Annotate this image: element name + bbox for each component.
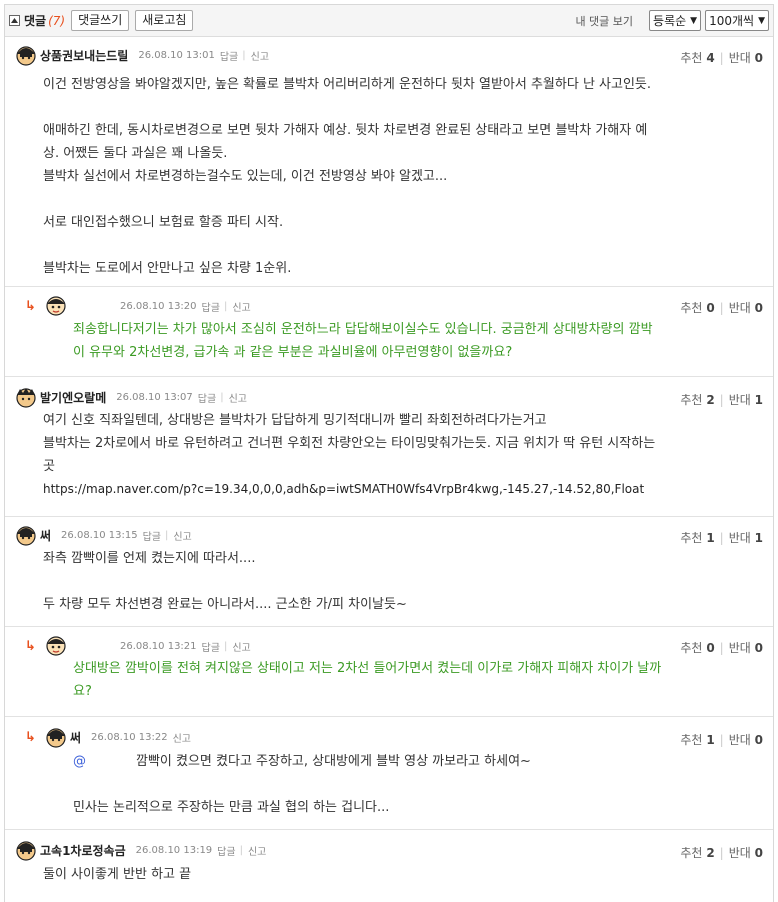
reply-arrow-icon: ↳ <box>25 299 36 314</box>
comment-date: 26.08.10 13:20 <box>120 300 197 312</box>
recommend-button[interactable]: 추천 1 <box>680 733 714 747</box>
recommend-button[interactable]: 추천 1 <box>680 531 714 545</box>
report-link[interactable]: 신고 <box>232 639 250 654</box>
report-link[interactable]: 신고 <box>229 390 247 405</box>
vote-area: 추천 0 | 반대 0 <box>680 301 763 315</box>
comment-date: 26.08.10 13:01 <box>138 49 215 61</box>
divider: | <box>223 300 228 312</box>
reply-item: ↳ 써 26.08.10 13:22 신고 추천 1 | 반대 0 @ 깜빡이 켰으면… <box>5 717 773 830</box>
reply-link[interactable]: 답글 <box>220 48 238 63</box>
vote-area: 추천 2 | 반대 0 <box>680 846 763 860</box>
chevron-down-icon: ▼ <box>758 15 765 26</box>
reply-link[interactable]: 답글 <box>202 299 220 314</box>
comment-author[interactable]: 상품권보내는드릴 <box>40 47 128 64</box>
vote-area: 추천 0 | 반대 0 <box>680 641 763 655</box>
report-link[interactable]: 신고 <box>232 299 250 314</box>
comment-author[interactable]: 발기엔오랄메 <box>40 389 106 406</box>
reply-item: ↳ 26.08.10 13:20 답글 | 신고 추천 0 | 반대 0 죄송합니다… <box>5 287 773 377</box>
comment-author[interactable]: 써 <box>40 527 51 544</box>
comment-body: 좌측 깜빡이를 언제 켰는지에 따라서.... 두 차량 모두 차선변경 완료는… <box>43 551 407 612</box>
sort-select[interactable]: 등록순 ▼ <box>649 10 702 31</box>
comment-author[interactable]: 고속1차로정속금 <box>40 842 126 859</box>
vote-area: 추천 1 | 반대 1 <box>680 531 763 545</box>
reply-arrow-icon: ↳ <box>25 730 36 745</box>
comment-body: 이건 전방영상을 봐야알겠지만, 높은 확률로 블박차 어리버리하게 운전하다 … <box>43 77 652 276</box>
oppose-button[interactable]: 반대 0 <box>729 846 763 860</box>
oppose-button[interactable]: 반대 0 <box>729 733 763 747</box>
chevron-down-icon: ▼ <box>690 15 698 26</box>
comment-date: 26.08.10 13:21 <box>120 640 197 652</box>
page-size-select-value: 100개씩 <box>709 14 755 28</box>
avatar-icon <box>16 841 36 861</box>
report-link[interactable]: 신고 <box>173 730 191 745</box>
recommend-button[interactable]: 추천 0 <box>680 641 714 655</box>
comment-body: @ 깜빡이 켰으면 켰다고 주장하고, 상대방에게 블박 영상 까보라고 하세여~… <box>73 754 531 815</box>
vote-area: 추천 2 | 반대 1 <box>680 393 763 407</box>
reply-arrow-icon: ↳ <box>25 639 36 654</box>
comment-date: 26.08.10 13:19 <box>135 844 213 856</box>
avatar-icon <box>16 388 36 408</box>
reply-link[interactable]: 답글 <box>198 390 216 405</box>
vote-area: 추천 4 | 반대 0 <box>680 51 763 65</box>
reply-link[interactable]: 답글 <box>143 528 161 543</box>
comment-item: 고속1차로정속금 26.08.10 13:19 답글 | 신고 추천 2 | 반대 … <box>5 830 773 902</box>
comment-body: 죄송합니다저기는 차가 많아서 조심히 운전하느라 답답해보이실수도 있습니다.… <box>73 322 653 360</box>
recommend-button[interactable]: 추천 2 <box>680 846 714 860</box>
write-comment-button[interactable]: 댓글쓰기 <box>71 10 130 31</box>
comment-body: 상대방은 깜박이를 전혀 켜지않은 상태이고 저는 2차선 들어가면서 켰는데 … <box>73 661 662 699</box>
comment-date: 26.08.10 13:22 <box>91 731 168 743</box>
oppose-button[interactable]: 반대 0 <box>729 301 763 315</box>
report-link[interactable]: 신고 <box>173 528 191 543</box>
comment-header: 댓글 (7) 댓글쓰기 새로고침 내 댓글 보기 등록순 ▼ 100개씩 ▼ <box>5 5 773 37</box>
comment-section: 댓글 (7) 댓글쓰기 새로고침 내 댓글 보기 등록순 ▼ 100개씩 ▼ 상… <box>4 4 774 902</box>
recommend-button[interactable]: 추천 2 <box>680 393 714 407</box>
my-comments-link[interactable]: 내 댓글 보기 <box>575 13 633 29</box>
divider: | <box>242 49 246 61</box>
recommend-button[interactable]: 추천 4 <box>680 51 714 65</box>
mention-tag[interactable]: @ <box>73 754 86 769</box>
oppose-button[interactable]: 반대 0 <box>729 641 763 655</box>
report-link[interactable]: 신고 <box>248 843 266 858</box>
page-size-select[interactable]: 100개씩 ▼ <box>705 10 769 31</box>
reply-item: ↳ 26.08.10 13:21 답글 | 신고 추천 0 | 반대 0 상대방은 … <box>5 627 773 717</box>
map-link[interactable]: https://map.naver.com/p?c=19.34,0,0,0,ad… <box>43 482 644 496</box>
collapse-toggle-icon[interactable] <box>9 15 20 26</box>
oppose-button[interactable]: 반대 1 <box>729 531 763 545</box>
avatar-icon <box>46 296 66 316</box>
reply-link[interactable]: 답글 <box>217 843 235 858</box>
avatar-icon <box>46 728 66 748</box>
divider: | <box>220 391 224 403</box>
reply-link[interactable]: 답글 <box>202 639 220 654</box>
comment-date: 26.08.10 13:07 <box>116 391 193 403</box>
recommend-button[interactable]: 추천 0 <box>680 301 714 315</box>
comment-date: 26.08.10 13:15 <box>61 529 138 541</box>
avatar-icon <box>16 526 36 546</box>
comment-body: 여기 신호 직좌일텐데, 상대방은 블박차가 답답하게 밍기적대니까 빨리 좌회… <box>43 413 656 496</box>
comment-count: (7) <box>48 13 66 28</box>
avatar-icon <box>46 636 66 656</box>
comment-item: 상품권보내는드릴 26.08.10 13:01 답글 | 신고 추천 4 | 반대 … <box>5 37 773 287</box>
comment-body: 둘이 사이좋게 반반 하고 끝 <box>43 867 192 882</box>
divider: | <box>239 844 243 856</box>
divider: | <box>223 640 228 652</box>
oppose-button[interactable]: 반대 1 <box>729 393 763 407</box>
divider: | <box>164 529 169 541</box>
vote-area: 추천 1 | 반대 0 <box>680 733 763 747</box>
comment-author[interactable]: 써 <box>70 729 81 746</box>
sort-select-value: 등록순 <box>653 14 687 28</box>
avatar-icon <box>16 46 36 66</box>
refresh-button[interactable]: 새로고침 <box>135 10 194 31</box>
oppose-button[interactable]: 반대 0 <box>729 51 763 65</box>
comment-item: 써 26.08.10 13:15 답글 | 신고 추천 1 | 반대 1 좌측 깜빡… <box>5 517 773 627</box>
comment-item: 발기엔오랄메 26.08.10 13:07 답글 | 신고 추천 2 | 반대 1 … <box>5 377 773 517</box>
comment-title: 댓글 <box>24 14 47 28</box>
report-link[interactable]: 신고 <box>251 48 269 63</box>
